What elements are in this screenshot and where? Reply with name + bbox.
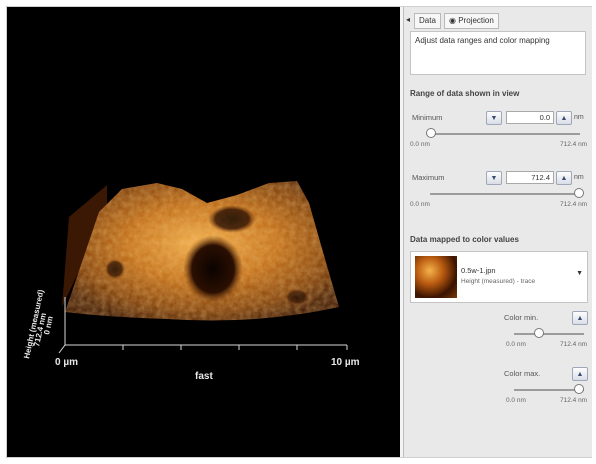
color-max-high-label: 712.4 nm	[560, 397, 588, 404]
arrow-up-icon: ▲	[560, 174, 568, 182]
maximum-down-button[interactable]: ▼	[486, 171, 502, 185]
maximum-label: Maximum	[412, 173, 445, 182]
settings-panel: ◂ Data ◉ Projection Adjust data ranges a…	[403, 7, 592, 457]
color-map-title: 0.5w-1.jpn	[461, 266, 496, 275]
color-min-label: Color min.	[504, 313, 539, 322]
color-section-title: Data mapped to color values	[410, 235, 519, 244]
arrow-up-icon: ▲	[576, 314, 584, 322]
color-map-subtitle: Height (measured) - trace	[461, 278, 536, 285]
maximum-high-label: 712.4 nm	[560, 201, 588, 208]
color-max-up-button[interactable]: ▲	[572, 367, 588, 381]
color-min-up-button[interactable]: ▲	[572, 311, 588, 325]
collapse-icon[interactable]: ◂	[406, 15, 410, 24]
color-max-slider-thumb[interactable]	[574, 384, 584, 394]
color-min-high-label: 712.4 nm	[560, 341, 588, 348]
tab-projection[interactable]: ◉ Projection	[444, 13, 499, 29]
maximum-unit: nm	[574, 174, 584, 181]
arrow-up-icon: ▲	[576, 370, 584, 378]
maximum-slider-thumb[interactable]	[574, 188, 584, 198]
minimum-high-label: 712.4 nm	[560, 141, 588, 148]
tab-projection-label: Projection	[458, 16, 494, 25]
description-box: Adjust data ranges and color mapping	[410, 31, 586, 75]
color-map-thumbnail	[415, 256, 457, 298]
3d-view[interactable]: 0 µm 10 µm fast Height (measured) 712.4 …	[7, 7, 400, 457]
minimum-low-label: 0.0 nm	[410, 141, 430, 148]
arrow-down-icon: ▼	[490, 114, 498, 122]
color-min-slider-thumb[interactable]	[534, 328, 544, 338]
eye-icon: ◉	[449, 16, 456, 25]
range-section-title: Range of data shown in view	[410, 89, 520, 98]
maximum-input[interactable]: 712.4	[506, 171, 554, 184]
minimum-up-button[interactable]: ▲	[556, 111, 572, 125]
color-map-selector[interactable]: 0.5w-1.jpn Height (measured) - trace ▼	[410, 251, 588, 303]
maximum-slider[interactable]	[430, 193, 580, 195]
color-max-label: Color max.	[504, 369, 541, 378]
maximum-low-label: 0.0 nm	[410, 201, 430, 208]
minimum-label: Minimum	[412, 113, 443, 122]
description-text: Adjust data ranges and color mapping	[415, 36, 550, 45]
minimum-input[interactable]: 0.0	[506, 111, 554, 124]
surface-render: 0 µm 10 µm fast Height (measured) 712.4 …	[22, 181, 360, 382]
minimum-slider-thumb[interactable]	[426, 128, 436, 138]
tab-data-label: Data	[419, 16, 436, 25]
color-min-slider[interactable]	[514, 333, 584, 335]
x-axis-title: fast	[195, 371, 213, 382]
color-max-low-label: 0.0 nm	[506, 397, 526, 404]
app-window: 0 µm 10 µm fast Height (measured) 712.4 …	[6, 6, 592, 458]
maximum-up-button[interactable]: ▲	[556, 171, 572, 185]
color-min-low-label: 0.0 nm	[506, 341, 526, 348]
dropdown-arrow-icon[interactable]: ▼	[576, 270, 583, 277]
x-axis-start-label: 0 µm	[55, 357, 78, 368]
minimum-down-button[interactable]: ▼	[486, 111, 502, 125]
minimum-slider[interactable]	[430, 133, 580, 135]
arrow-up-icon: ▲	[560, 114, 568, 122]
x-axis-end-label: 10 µm	[331, 357, 360, 368]
tab-data[interactable]: Data	[414, 13, 441, 29]
arrow-down-icon: ▼	[490, 174, 498, 182]
minimum-unit: nm	[574, 114, 584, 121]
